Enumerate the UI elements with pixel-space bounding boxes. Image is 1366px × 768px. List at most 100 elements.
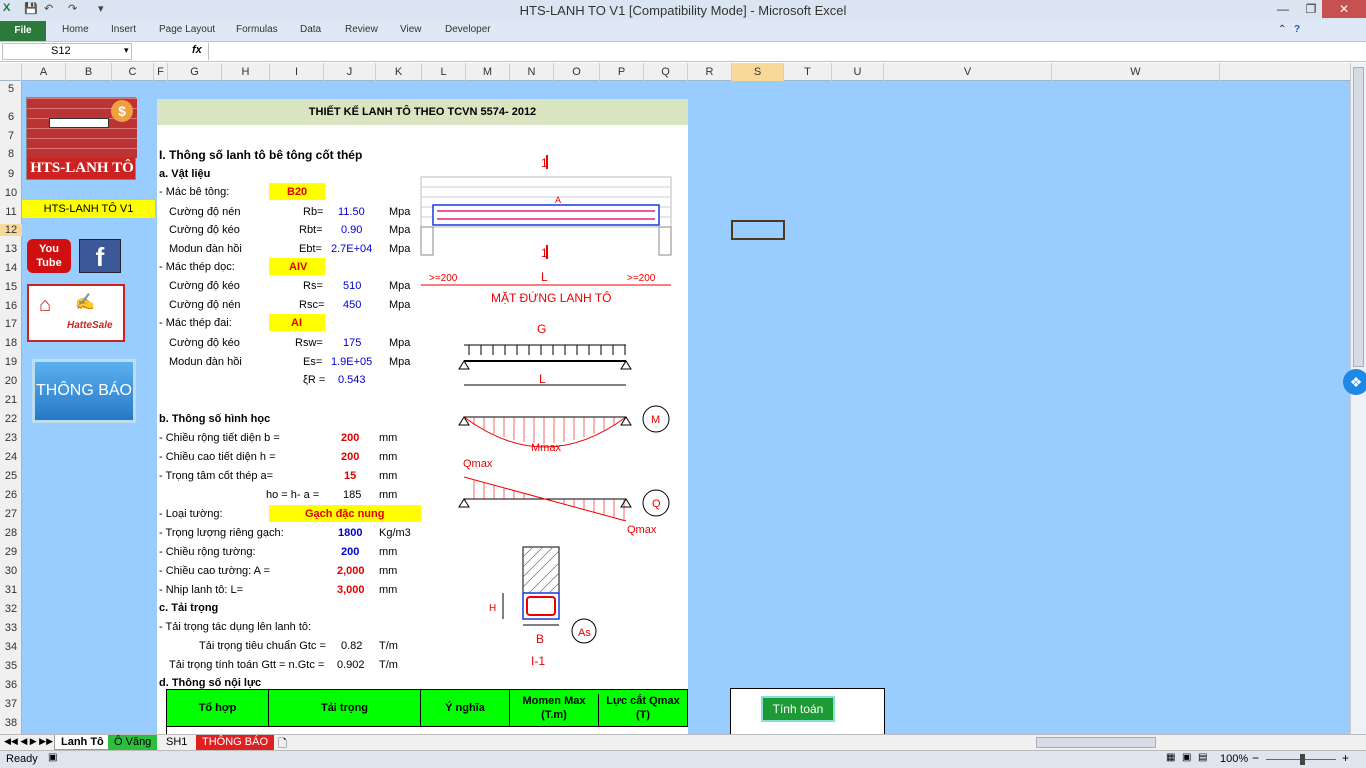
- zoom-level[interactable]: 100%: [1220, 753, 1248, 765]
- view-layout-icon[interactable]: ▣: [1182, 752, 1191, 763]
- row-header[interactable]: 32: [0, 603, 22, 615]
- row-header[interactable]: 36: [0, 679, 22, 691]
- sheet-tab-lanh-to[interactable]: Lanh Tô: [54, 735, 111, 750]
- col-header[interactable]: T: [784, 63, 832, 81]
- col-header[interactable]: C: [112, 63, 154, 81]
- col-header[interactable]: K: [376, 63, 422, 81]
- col-header[interactable]: B: [66, 63, 112, 81]
- youtube-icon[interactable]: You Tube: [27, 239, 71, 273]
- value[interactable]: AI: [291, 317, 302, 329]
- active-cell[interactable]: [731, 220, 785, 240]
- tab-page-layout[interactable]: Page Layout: [159, 24, 215, 35]
- col-header[interactable]: L: [422, 63, 466, 81]
- tab-formulas[interactable]: Formulas: [236, 24, 278, 35]
- sheet-tab-o-vang[interactable]: Ô Văng: [108, 735, 158, 750]
- row-header[interactable]: 22: [0, 413, 22, 425]
- row-header[interactable]: 37: [0, 698, 22, 710]
- tab-home[interactable]: Home: [62, 24, 89, 35]
- row-header[interactable]: 15: [0, 281, 22, 293]
- col-header[interactable]: A: [22, 63, 66, 81]
- vertical-scrollbar[interactable]: ❖: [1343, 63, 1366, 735]
- row-header[interactable]: 20: [0, 375, 22, 387]
- col-header[interactable]: F: [154, 63, 168, 81]
- row-header[interactable]: 5: [0, 83, 22, 95]
- row-header[interactable]: 26: [0, 489, 22, 501]
- tab-scroll-icon[interactable]: ◀◀ ◀ ▶ ▶▶: [4, 736, 53, 747]
- restore-icon[interactable]: ❐: [1298, 0, 1324, 18]
- row-header[interactable]: 13: [0, 243, 22, 255]
- col-header[interactable]: W: [1052, 63, 1220, 81]
- col-header[interactable]: O: [554, 63, 600, 81]
- row-header[interactable]: 10: [0, 187, 22, 199]
- col-header-active[interactable]: S: [732, 63, 784, 81]
- row-header[interactable]: 27: [0, 508, 22, 520]
- tab-view[interactable]: View: [400, 24, 422, 35]
- col-header[interactable]: G: [168, 63, 222, 81]
- view-pagebreak-icon[interactable]: ▤: [1198, 752, 1207, 763]
- scroll-thumb[interactable]: [1353, 67, 1364, 367]
- value[interactable]: 3,000: [337, 584, 365, 596]
- value[interactable]: 15: [344, 470, 356, 482]
- col-header[interactable]: I: [270, 63, 324, 81]
- row-header[interactable]: 29: [0, 546, 22, 558]
- row-header[interactable]: 16: [0, 300, 22, 312]
- row-header[interactable]: 28: [0, 527, 22, 539]
- tab-review[interactable]: Review: [345, 24, 378, 35]
- notice-button[interactable]: THÔNG BÁO: [32, 359, 136, 423]
- row-header[interactable]: 19: [0, 356, 22, 368]
- value[interactable]: Gạch đặc nung: [305, 508, 384, 520]
- zoom-out-icon[interactable]: −: [1252, 751, 1259, 765]
- row-header[interactable]: 7: [0, 130, 22, 142]
- col-header[interactable]: N: [510, 63, 554, 81]
- calculate-button[interactable]: Tính toán: [761, 696, 835, 722]
- sheet-grid[interactable]: $ HTS-LANH TÔ HTS-LANH TÔ V1 You Tube f …: [22, 81, 1350, 734]
- col-header[interactable]: V: [884, 63, 1052, 81]
- minimize-icon[interactable]: —: [1270, 0, 1296, 18]
- col-header[interactable]: H: [222, 63, 270, 81]
- row-header[interactable]: 35: [0, 660, 22, 672]
- row-header-active[interactable]: 12: [0, 224, 22, 236]
- file-tab[interactable]: File: [0, 21, 46, 41]
- tab-insert[interactable]: Insert: [111, 24, 136, 35]
- fx-icon[interactable]: fx: [192, 44, 202, 56]
- sheet-tab-thong-bao[interactable]: THÔNG BÁO: [196, 735, 275, 750]
- col-header[interactable]: P: [600, 63, 644, 81]
- zoom-in-icon[interactable]: +: [1342, 751, 1349, 765]
- sheet-tab-sh1[interactable]: SH1: [160, 735, 193, 750]
- row-header[interactable]: 34: [0, 641, 22, 653]
- close-icon[interactable]: ✕: [1322, 0, 1366, 18]
- col-header[interactable]: Q: [644, 63, 688, 81]
- row-header[interactable]: 21: [0, 394, 22, 406]
- row-header[interactable]: 18: [0, 337, 22, 349]
- row-header[interactable]: 8: [0, 148, 22, 160]
- col-header[interactable]: M: [466, 63, 510, 81]
- row-header[interactable]: 33: [0, 622, 22, 634]
- zoom-slider-thumb[interactable]: [1300, 754, 1305, 765]
- facebook-icon[interactable]: f: [79, 239, 121, 273]
- value[interactable]: 200: [341, 451, 359, 463]
- dropbox-icon[interactable]: ❖: [1343, 369, 1366, 395]
- view-normal-icon[interactable]: ▦: [1166, 752, 1175, 763]
- col-header[interactable]: J: [324, 63, 376, 81]
- row-header[interactable]: 31: [0, 584, 22, 596]
- hattesale-logo[interactable]: ⌂ ✍ HatteSale: [27, 284, 125, 342]
- row-header[interactable]: 23: [0, 432, 22, 444]
- help-icon[interactable]: ?: [1294, 24, 1300, 35]
- row-header[interactable]: 38: [0, 717, 22, 729]
- select-all[interactable]: [0, 63, 22, 81]
- row-header[interactable]: 14: [0, 262, 22, 274]
- row-header[interactable]: 6: [0, 111, 22, 123]
- tab-data[interactable]: Data: [300, 24, 321, 35]
- name-box[interactable]: S12: [2, 43, 132, 60]
- col-header[interactable]: U: [832, 63, 884, 81]
- row-header[interactable]: 11: [0, 206, 22, 218]
- row-header[interactable]: 24: [0, 451, 22, 463]
- row-header[interactable]: 30: [0, 565, 22, 577]
- value[interactable]: AIV: [289, 261, 307, 273]
- horizontal-scroll-thumb[interactable]: [1036, 737, 1156, 748]
- tab-developer[interactable]: Developer: [445, 24, 491, 35]
- value[interactable]: B20: [287, 186, 307, 198]
- name-box-dropdown-icon[interactable]: ▾: [124, 45, 129, 56]
- formula-input[interactable]: [208, 43, 1348, 60]
- macro-record-icon[interactable]: ▣: [48, 752, 57, 763]
